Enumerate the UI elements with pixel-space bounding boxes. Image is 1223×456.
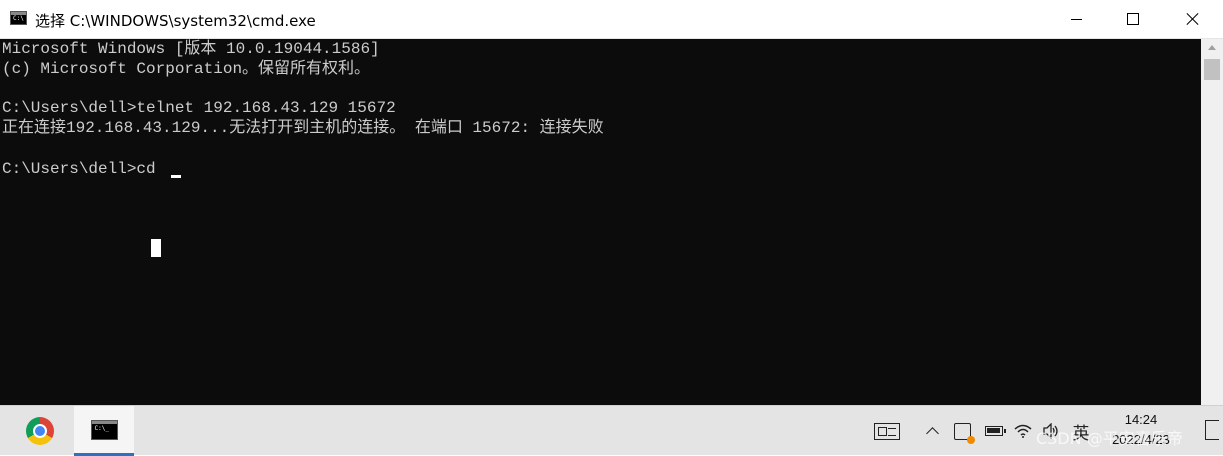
vertical-scrollbar[interactable] <box>1201 39 1223 405</box>
console-output[interactable]: Microsoft Windows [版本 10.0.19044.1586] (… <box>0 39 1201 405</box>
cmd-window: C:\ 选择 C:\WINDOWS\system32\cmd.exe Micro… <box>0 0 1223 405</box>
window-title: 选择 C:\WINDOWS\system32\cmd.exe <box>35 12 316 30</box>
minimize-icon <box>1070 18 1082 20</box>
wifi-icon[interactable] <box>1012 419 1034 443</box>
scroll-thumb[interactable] <box>1204 59 1220 80</box>
news-icon[interactable] <box>872 419 902 443</box>
scroll-up-icon[interactable] <box>1208 45 1216 50</box>
minimize-button[interactable] <box>1049 0 1103 38</box>
console-line: 正在连接192.168.43.129...无法打开到主机的连接。 在端口 156… <box>2 119 604 137</box>
title-bar[interactable]: C:\ 选择 C:\WINDOWS\system32\cmd.exe <box>0 0 1223 39</box>
security-icon[interactable] <box>951 419 975 444</box>
mouse-text-cursor <box>151 239 161 257</box>
taskbar-app-cmd[interactable]: C:\_ <box>74 406 134 456</box>
battery-icon[interactable] <box>982 419 1006 443</box>
maximize-button[interactable] <box>1106 0 1160 38</box>
chrome-icon <box>26 417 54 445</box>
taskbar: C:\_ 英 14:24 2022/4/23 CSDN @平安喜乐帝 <box>0 405 1223 456</box>
maximize-icon <box>1127 13 1139 25</box>
close-button[interactable] <box>1163 0 1223 38</box>
console-line: C:\Users\dell>telnet 192.168.43.129 1567… <box>2 99 396 117</box>
console-prompt-line: C:\Users\dell>cd <box>2 160 166 178</box>
taskbar-app-chrome[interactable] <box>13 406 67 456</box>
chevron-up-icon[interactable] <box>924 419 940 443</box>
notification-icon[interactable] <box>1205 420 1219 440</box>
cmd-icon: C:\ <box>10 11 27 25</box>
close-icon <box>1186 12 1200 26</box>
cmd-icon: C:\_ <box>90 419 118 440</box>
console-line: (c) Microsoft Corporation。保留所有权利。 <box>2 60 371 78</box>
console-line: Microsoft Windows [版本 10.0.19044.1586] <box>2 40 380 58</box>
watermark: CSDN @平安喜乐帝 <box>1036 429 1183 448</box>
text-cursor <box>171 175 181 178</box>
